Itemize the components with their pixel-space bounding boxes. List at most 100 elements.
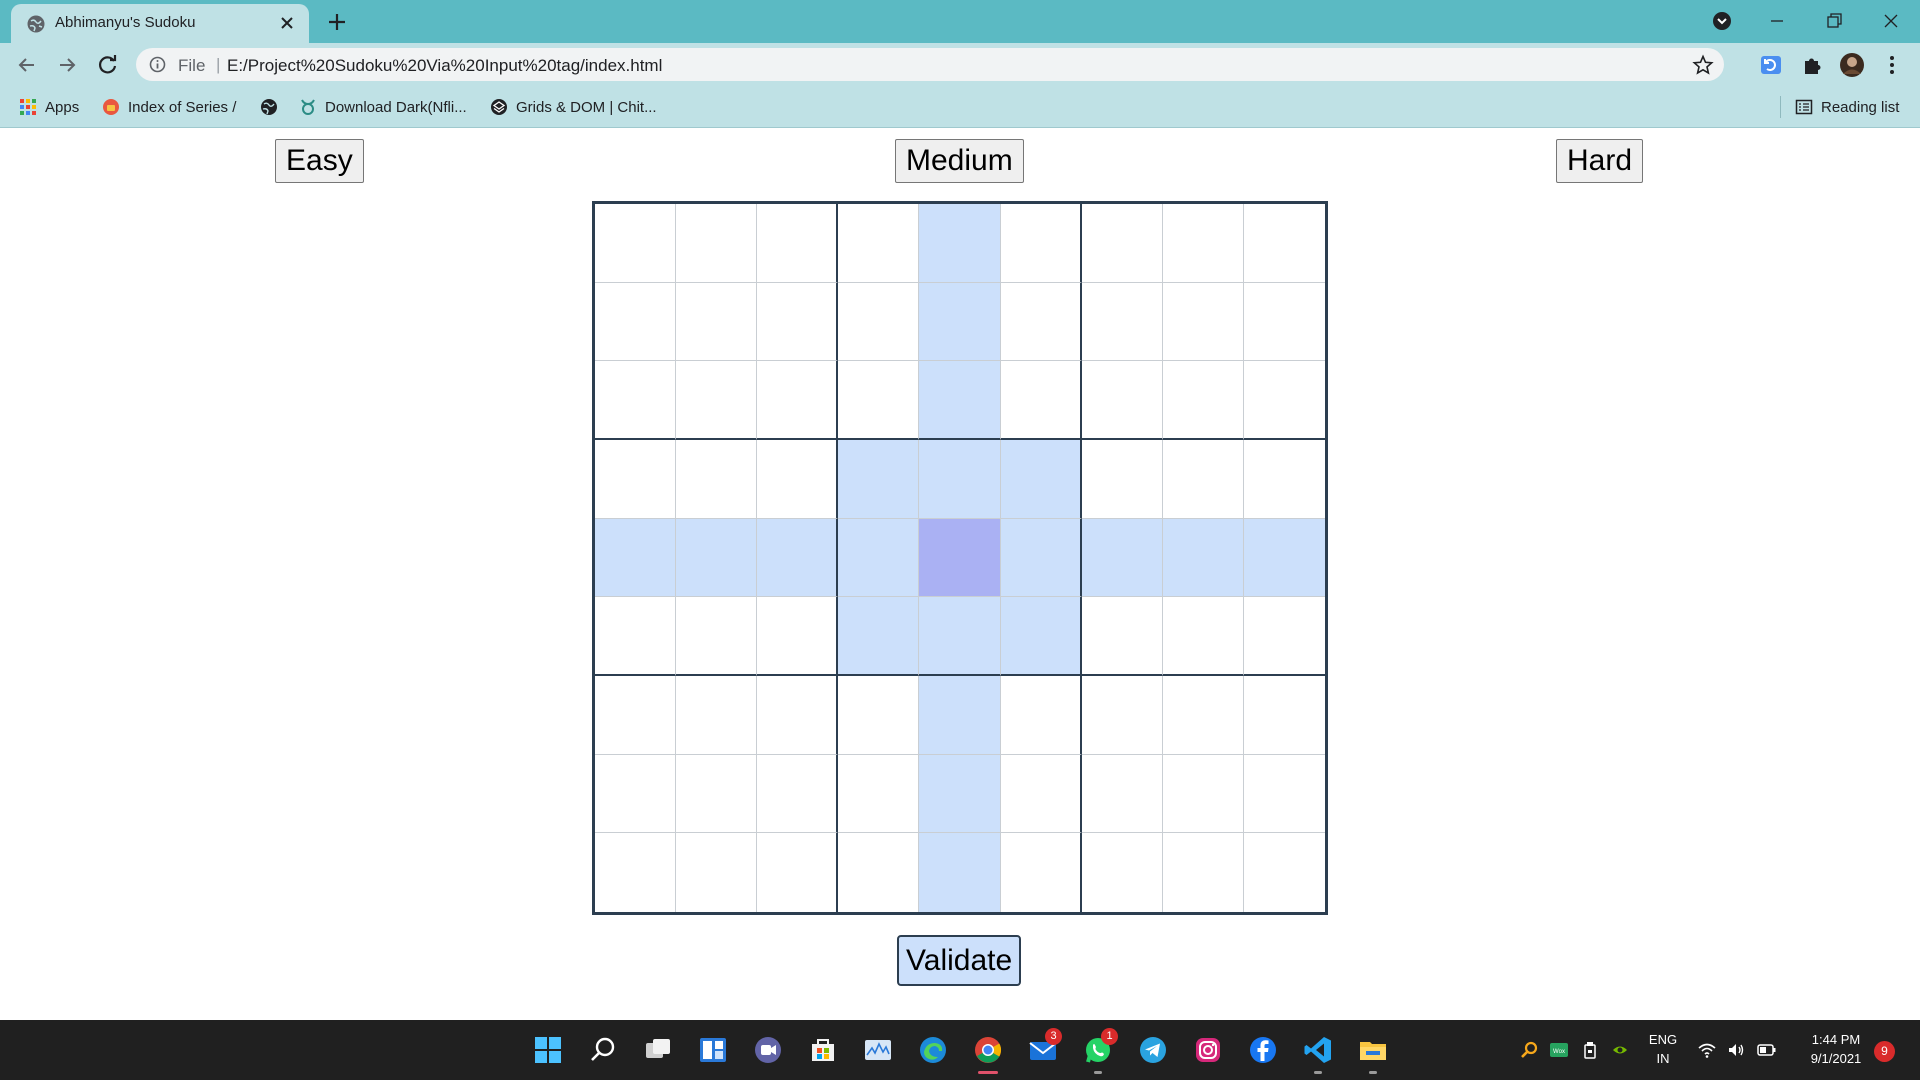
sudoku-cell[interactable] <box>676 282 758 362</box>
sudoku-cell[interactable] <box>757 597 839 676</box>
bookmark-star-icon[interactable] <box>1692 54 1714 76</box>
close-tab-icon[interactable] <box>277 13 297 33</box>
sudoku-cell[interactable] <box>1000 204 1082 283</box>
address-bar[interactable]: File | E:/Project%20Sudoku%20Via%20Input… <box>136 48 1724 81</box>
sudoku-cell[interactable] <box>595 597 677 676</box>
search-tray-icon[interactable] <box>1519 1040 1539 1060</box>
sudoku-cell[interactable] <box>838 361 920 440</box>
sudoku-cell[interactable] <box>919 204 1001 283</box>
sudoku-cell[interactable] <box>676 754 758 834</box>
sudoku-cell[interactable] <box>1000 833 1082 912</box>
sudoku-cell[interactable] <box>757 439 839 519</box>
sudoku-cell[interactable] <box>1243 597 1325 676</box>
store-icon[interactable] <box>807 1034 839 1066</box>
sudoku-cell[interactable] <box>1000 282 1082 362</box>
sudoku-cell[interactable] <box>757 675 839 755</box>
sudoku-cell[interactable] <box>676 204 758 283</box>
sudoku-cell[interactable] <box>1081 675 1163 755</box>
sudoku-cell[interactable] <box>1081 518 1163 598</box>
sudoku-cell[interactable] <box>757 204 839 283</box>
sudoku-cell[interactable] <box>1162 439 1244 519</box>
sudoku-cell[interactable] <box>757 754 839 834</box>
sudoku-cell[interactable] <box>919 282 1001 362</box>
sudoku-cell[interactable] <box>919 597 1001 676</box>
notification-badge[interactable]: 9 <box>1874 1041 1895 1062</box>
start-icon[interactable] <box>532 1034 564 1066</box>
sudoku-cell[interactable] <box>595 282 677 362</box>
sudoku-cell[interactable] <box>838 675 920 755</box>
sudoku-cell[interactable] <box>1243 361 1325 440</box>
widgets-icon[interactable] <box>697 1034 729 1066</box>
sudoku-cell[interactable] <box>838 518 920 598</box>
sudoku-cell[interactable] <box>676 597 758 676</box>
wifi-icon[interactable] <box>1697 1040 1717 1060</box>
validate-button[interactable]: Validate <box>897 935 1022 986</box>
sudoku-cell[interactable] <box>595 204 677 283</box>
teams-chat-icon[interactable] <box>752 1034 784 1066</box>
tab-search-icon[interactable] <box>1710 9 1734 33</box>
sudoku-cell[interactable] <box>1162 675 1244 755</box>
sudoku-cell[interactable] <box>1081 754 1163 834</box>
sudoku-cell[interactable] <box>1081 597 1163 676</box>
sudoku-cell[interactable] <box>595 518 677 598</box>
sudoku-cell[interactable] <box>676 361 758 440</box>
sudoku-cell[interactable] <box>1243 754 1325 834</box>
volume-icon[interactable] <box>1726 1040 1746 1060</box>
sudoku-cell[interactable] <box>757 518 839 598</box>
sudoku-cell[interactable] <box>919 439 1001 519</box>
sudoku-cell[interactable] <box>919 754 1001 834</box>
battery-icon[interactable] <box>1757 1040 1777 1060</box>
sudoku-cell[interactable] <box>676 439 758 519</box>
sudoku-cell[interactable] <box>1081 361 1163 440</box>
sudoku-cell[interactable] <box>1081 282 1163 362</box>
sudoku-cell[interactable] <box>1000 439 1082 519</box>
profile-avatar[interactable] <box>1839 52 1865 78</box>
sudoku-cell[interactable] <box>919 361 1001 440</box>
menu-kebab-icon[interactable] <box>1879 52 1905 78</box>
file-explorer-icon[interactable] <box>1357 1034 1389 1066</box>
sudoku-cell[interactable] <box>1162 754 1244 834</box>
sudoku-cell[interactable] <box>1243 833 1325 912</box>
new-tab-icon[interactable] <box>325 10 349 34</box>
sudoku-cell[interactable] <box>1081 204 1163 283</box>
sudoku-cell[interactable] <box>595 833 677 912</box>
sudoku-cell[interactable] <box>838 754 920 834</box>
bookmark-index-of-series[interactable]: Index of Series / <box>102 96 236 118</box>
hard-button[interactable]: Hard <box>1556 139 1644 183</box>
url-text[interactable]: E:/Project%20Sudoku%20Via%20Input%20tag/… <box>227 56 662 76</box>
sudoku-cell[interactable] <box>1000 597 1082 676</box>
sudoku-cell[interactable] <box>676 518 758 598</box>
sudoku-cell[interactable] <box>1162 597 1244 676</box>
sudoku-cell[interactable] <box>1162 833 1244 912</box>
telegram-icon[interactable] <box>1137 1034 1169 1066</box>
chrome-icon[interactable] <box>972 1034 1004 1066</box>
stock-chart-icon[interactable] <box>862 1034 894 1066</box>
sudoku-cell[interactable] <box>838 439 920 519</box>
sudoku-cell[interactable] <box>757 282 839 362</box>
language-indicator[interactable]: ENG IN <box>1647 1030 1679 1068</box>
sudoku-cell[interactable] <box>1162 518 1244 598</box>
sudoku-cell[interactable] <box>1243 439 1325 519</box>
sudoku-cell[interactable] <box>595 361 677 440</box>
bookmark-globe[interactable] <box>260 96 278 118</box>
sudoku-cell[interactable] <box>1162 204 1244 283</box>
sudoku-cell[interactable] <box>1081 833 1163 912</box>
task-view-icon[interactable] <box>642 1034 674 1066</box>
sudoku-cell[interactable] <box>1243 518 1325 598</box>
bookmark-download-dark[interactable]: Download Dark(Nfli... <box>299 96 467 118</box>
medium-button[interactable]: Medium <box>895 139 1024 183</box>
sudoku-cell[interactable] <box>1000 361 1082 440</box>
nvidia-icon[interactable] <box>1610 1040 1630 1060</box>
sudoku-cell[interactable] <box>757 361 839 440</box>
vscode-icon[interactable] <box>1302 1034 1334 1066</box>
system-clock[interactable]: 1:44 PM 9/1/2021 <box>1796 1030 1876 1068</box>
sudoku-cell[interactable] <box>1162 361 1244 440</box>
sudoku-cell[interactable] <box>838 833 920 912</box>
sudoku-cell[interactable] <box>838 282 920 362</box>
sudoku-cell[interactable] <box>1243 675 1325 755</box>
sudoku-cell[interactable] <box>1000 754 1082 834</box>
sudoku-cell[interactable] <box>595 439 677 519</box>
edge-icon[interactable] <box>917 1034 949 1066</box>
facebook-icon[interactable] <box>1247 1034 1279 1066</box>
sudoku-cell[interactable] <box>1000 518 1082 598</box>
